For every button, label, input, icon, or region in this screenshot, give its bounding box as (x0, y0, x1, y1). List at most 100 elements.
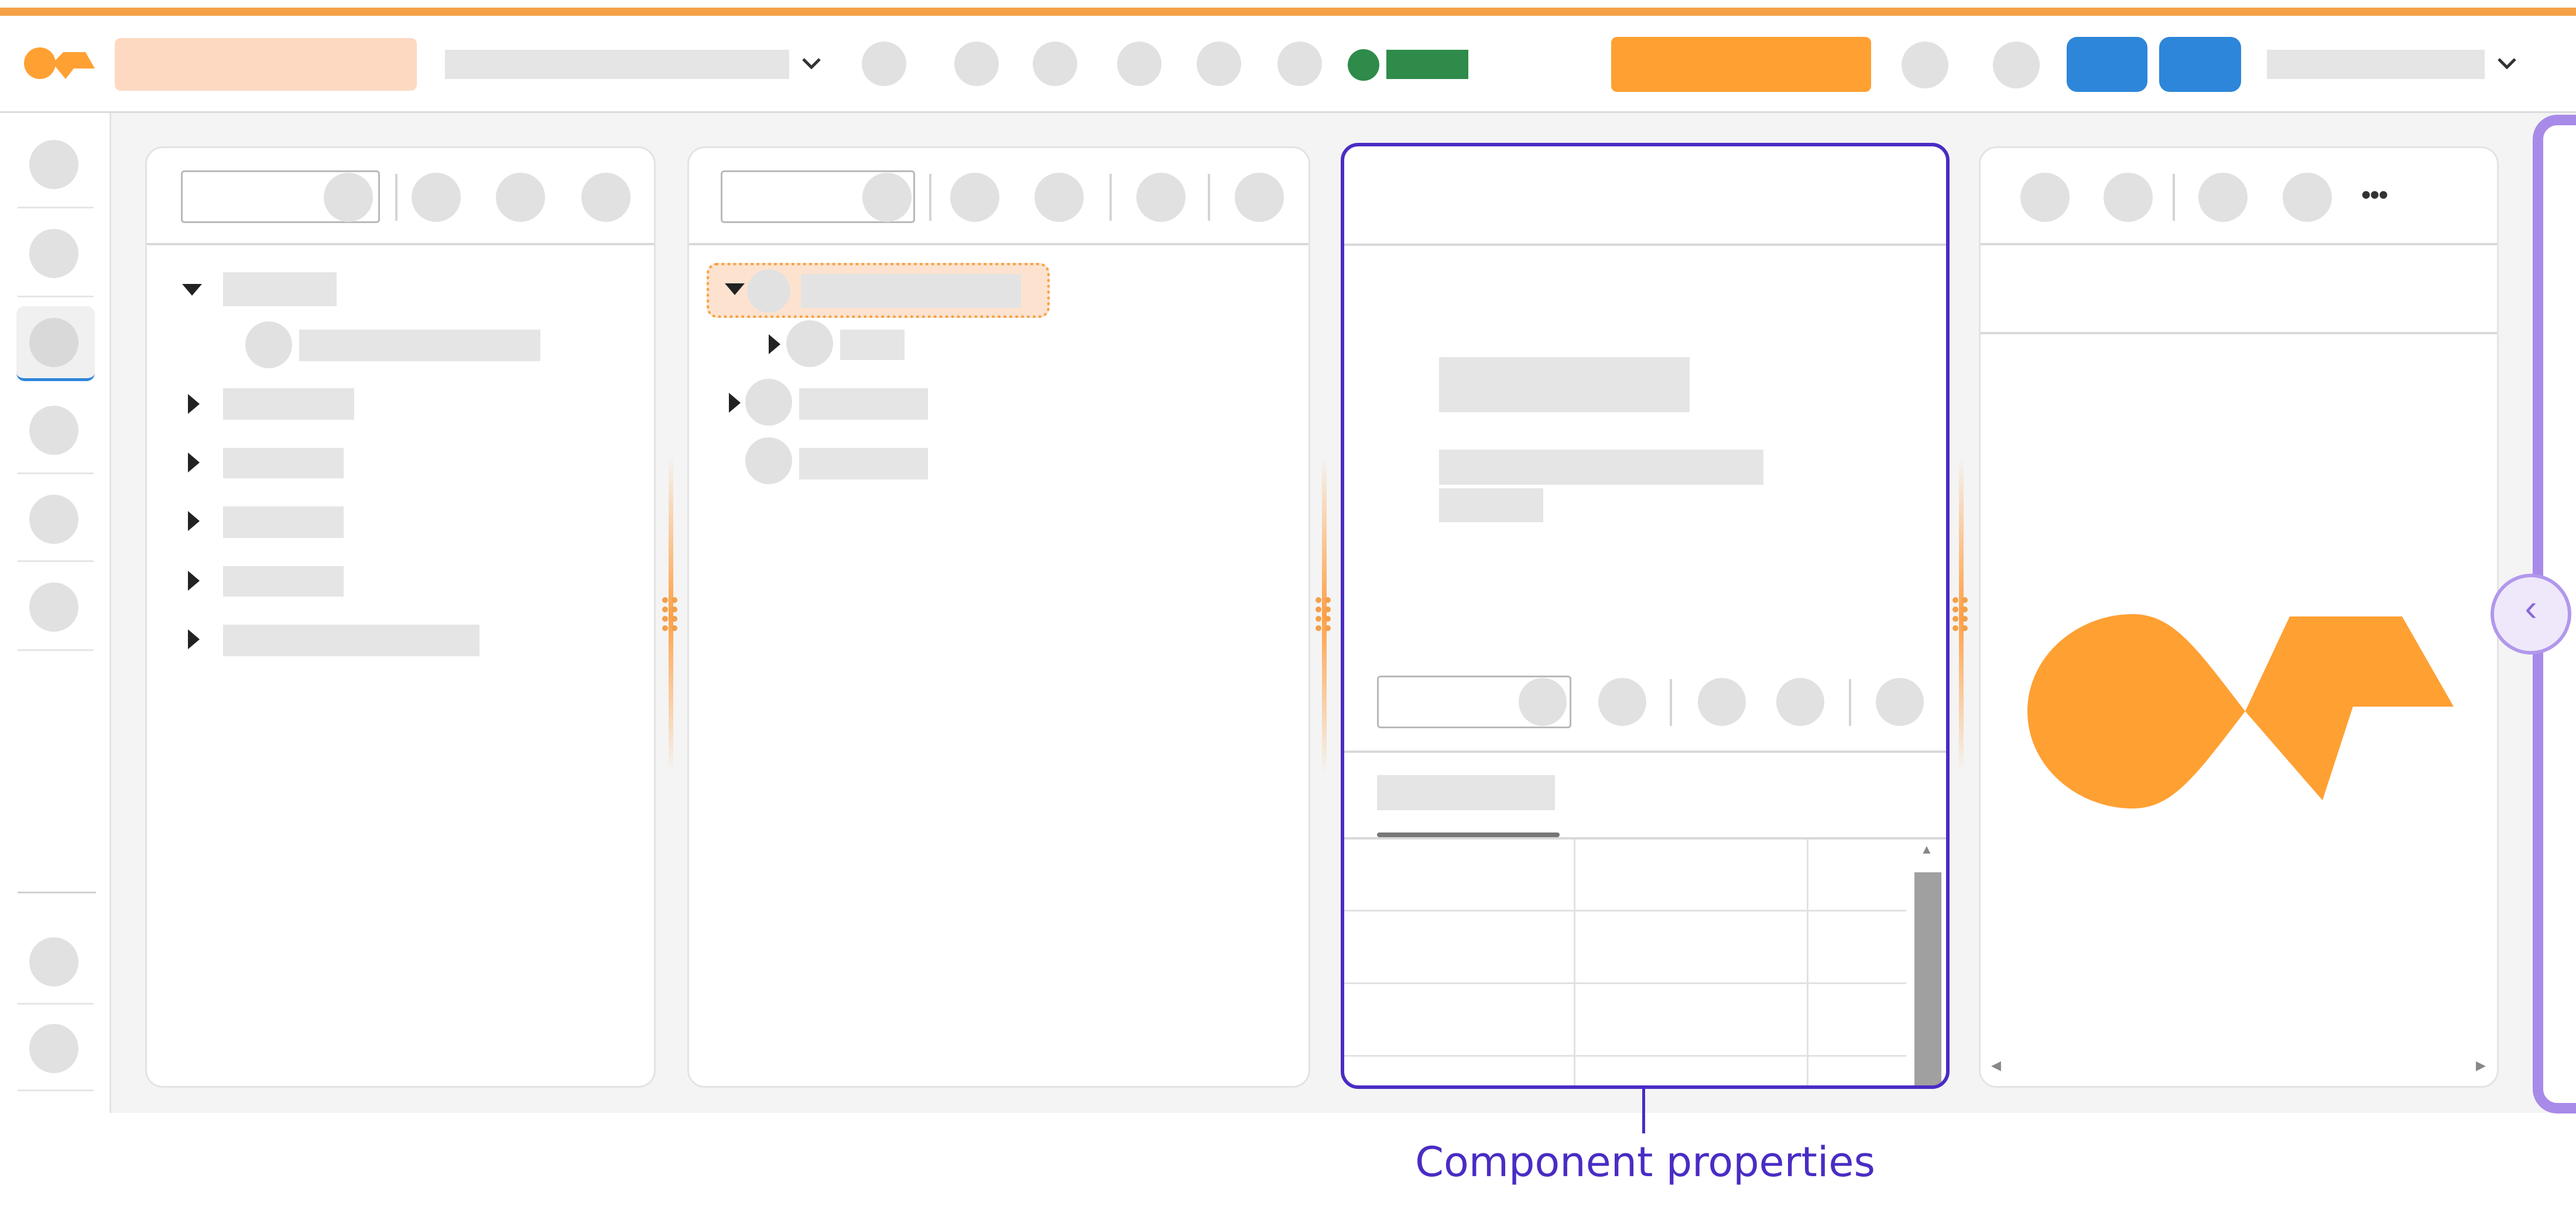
toolbar-icon-1[interactable] (862, 42, 906, 86)
rail-icon-1[interactable] (29, 140, 78, 189)
callout-label: Component properties (1415, 1138, 1875, 1186)
toolbar-icon-3[interactable] (1033, 42, 1077, 86)
panel-tool-icon[interactable] (1698, 678, 1746, 726)
chevron-down-icon[interactable] (800, 54, 823, 72)
rail-icon-2[interactable] (29, 229, 78, 278)
properties-section-tab[interactable] (1377, 775, 1555, 810)
tree-node[interactable] (223, 272, 337, 306)
brand-logo-icon[interactable] (22, 45, 98, 80)
search-icon[interactable] (324, 173, 373, 222)
rail-icon-7[interactable] (29, 937, 78, 986)
properties-title (1439, 357, 1690, 412)
tree-node[interactable] (223, 448, 344, 478)
preview-tool-icon[interactable] (2020, 173, 2070, 222)
caret-down-icon[interactable] (182, 284, 202, 296)
status-badge (1386, 50, 1468, 79)
header-icon-1[interactable] (1902, 42, 1948, 88)
panel-tool-icon[interactable] (1876, 678, 1924, 726)
workspace-selector[interactable] (445, 50, 789, 79)
caret-right-icon[interactable] (769, 334, 780, 354)
resize-handle-icon[interactable] (662, 597, 680, 632)
blue-action-button-2[interactable] (2159, 37, 2241, 92)
panel-tool-icon[interactable] (412, 173, 461, 222)
tree-item-selected[interactable] (707, 263, 1050, 318)
preview-tool-icon[interactable] (2283, 173, 2332, 222)
table-column-divider (1574, 840, 1575, 1085)
toolbar-icon-2[interactable] (954, 42, 999, 86)
rail-icon-5[interactable] (29, 495, 78, 544)
explorer-panel (145, 146, 656, 1088)
tree-node[interactable] (223, 506, 344, 538)
rail-icon-4[interactable] (29, 406, 78, 455)
collapse-drawer-button[interactable]: ‹ (2491, 574, 2571, 655)
panel-tool-icon[interactable] (496, 173, 545, 222)
toolbar-icon-6[interactable] (1277, 42, 1322, 86)
user-menu[interactable] (2267, 50, 2485, 79)
rail-item-active[interactable] (16, 306, 95, 381)
panel-tool-icon[interactable] (1598, 678, 1646, 726)
component-tree-panel (687, 146, 1310, 1088)
scroll-right-icon[interactable]: ▶ (2476, 1059, 2486, 1072)
caret-right-icon[interactable] (188, 453, 200, 472)
more-horizontal-icon[interactable]: ••• (2361, 179, 2388, 213)
scroll-left-icon[interactable]: ◀ (1991, 1059, 2001, 1072)
panel-tool-icon[interactable] (1136, 173, 1186, 222)
tree-node[interactable] (223, 388, 354, 420)
callout-leader-line (1642, 1089, 1645, 1133)
chevron-down-icon[interactable] (2495, 54, 2519, 72)
caret-right-icon[interactable] (729, 393, 741, 413)
panel-divider (1344, 244, 1946, 246)
caret-right-icon[interactable] (188, 571, 200, 591)
rail-divider (18, 296, 94, 297)
component-icon (786, 320, 833, 367)
panel-tool-icon[interactable] (1034, 173, 1084, 222)
search-icon[interactable] (862, 173, 912, 222)
table-row[interactable] (1344, 982, 1906, 984)
caret-right-icon[interactable] (188, 394, 200, 414)
tree-node[interactable] (840, 330, 905, 360)
caret-right-icon[interactable] (188, 629, 200, 649)
project-name-field[interactable] (115, 38, 417, 91)
component-icon (745, 379, 792, 426)
table-row[interactable] (1344, 1055, 1906, 1057)
table-row[interactable] (1344, 910, 1906, 912)
panel-tool-icon[interactable] (1776, 678, 1824, 726)
panel-divider (1981, 332, 2497, 334)
resize-handle-icon[interactable] (1952, 597, 1970, 632)
tree-node[interactable] (223, 566, 344, 597)
resize-handle-icon[interactable] (1316, 597, 1333, 632)
caret-down-icon[interactable] (725, 283, 745, 295)
properties-table (1344, 840, 1906, 1085)
tree-node[interactable] (299, 330, 540, 361)
toolbar-divider (1109, 174, 1112, 221)
scroll-up-icon[interactable]: ▲ (1920, 843, 1933, 856)
preview-tool-icon[interactable] (2198, 173, 2248, 222)
rail-divider (18, 207, 94, 208)
panel-tool-icon[interactable] (1235, 173, 1284, 222)
rail-icon-6[interactable] (29, 583, 78, 632)
vertical-scrollbar-thumb[interactable] (1914, 872, 1941, 1085)
panel-tool-icon[interactable] (950, 173, 999, 222)
toolbar-icon-4[interactable] (1117, 42, 1162, 86)
tree-node[interactable] (223, 625, 479, 656)
preview-panel: ••• ◀ ▶ (1979, 146, 2499, 1088)
toolbar-divider (1849, 679, 1851, 726)
tree-node-icon (245, 321, 292, 368)
caret-right-icon[interactable] (188, 511, 200, 531)
header-icon-2[interactable] (1993, 42, 2040, 88)
toolbar-icon-5[interactable] (1197, 42, 1241, 86)
rail-divider (18, 1089, 94, 1091)
rail-icon-3 (29, 318, 78, 367)
left-icon-rail (0, 113, 111, 1113)
search-icon[interactable] (1519, 678, 1567, 726)
panel-divider (689, 243, 1308, 245)
preview-tool-icon[interactable] (2104, 173, 2153, 222)
primary-action-button[interactable] (1611, 37, 1871, 92)
blue-action-button-1[interactable] (2067, 37, 2147, 92)
rail-icon-8[interactable] (29, 1024, 78, 1073)
tree-node[interactable] (799, 448, 928, 479)
toolbar-divider (395, 174, 398, 221)
panel-tool-icon[interactable] (581, 173, 631, 222)
tree-node[interactable] (799, 388, 928, 420)
toolbar-divider (1208, 174, 1210, 221)
